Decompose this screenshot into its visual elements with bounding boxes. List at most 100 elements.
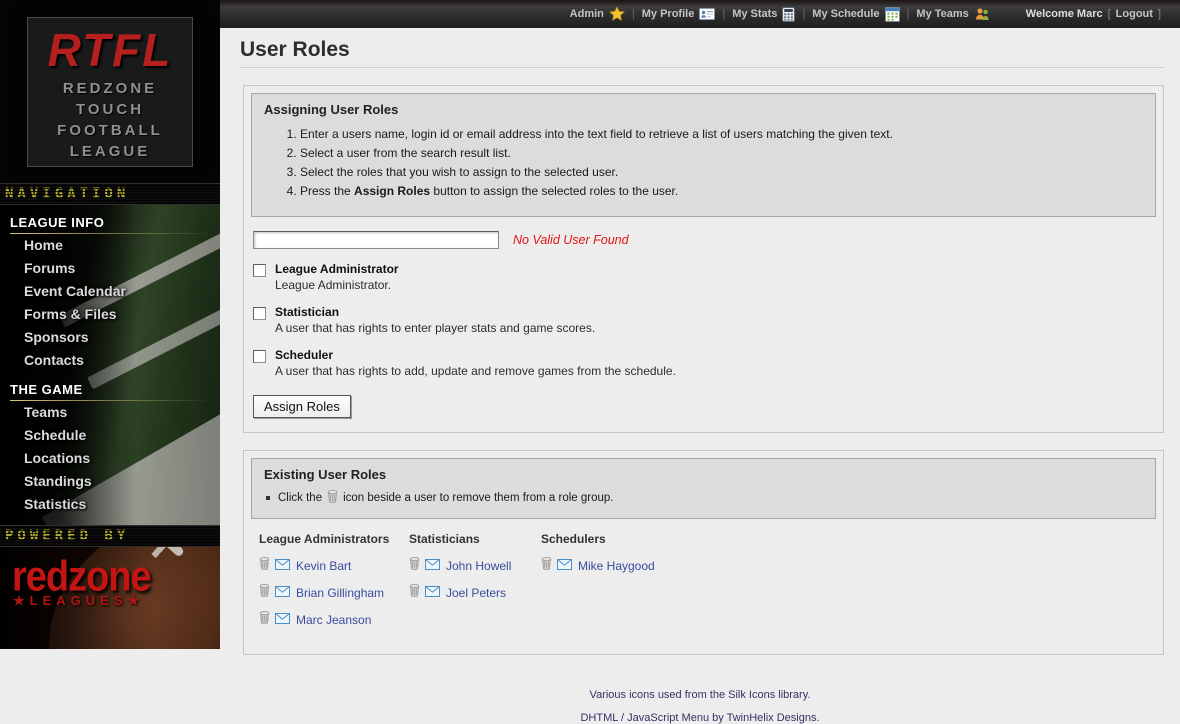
user-name-link[interactable]: Marc Jeanson (296, 613, 371, 627)
topbar-item-label: My Stats (732, 8, 777, 20)
role-option-statistician: Statistician A user that has rights to e… (253, 305, 1156, 335)
step-text: button to assign the selected roles to t… (430, 184, 678, 198)
logout-link[interactable]: Logout (1116, 8, 1153, 20)
sidebar-item-standings[interactable]: Standings (10, 470, 220, 493)
assigning-section: Assigning User Roles Enter a users name,… (243, 85, 1164, 433)
star-icon (609, 6, 625, 22)
league-logo-line: FOOTBALL (28, 120, 192, 141)
remove-user-icon[interactable] (541, 556, 552, 575)
vcard-icon (699, 8, 715, 20)
topbar-item-label: My Schedule (812, 8, 879, 20)
topbar-separator: | (722, 8, 725, 20)
existing-section: Existing User Roles Click the icon besid… (243, 450, 1164, 655)
remove-user-icon[interactable] (259, 556, 270, 575)
welcome-message: Welcome Marc (1026, 8, 1103, 20)
topbar-separator: | (907, 8, 910, 20)
assigning-step: Enter a users name, login id or email ad… (300, 127, 1143, 141)
sidebar-item-schedule[interactable]: Schedule (10, 424, 220, 447)
group-icon (974, 7, 990, 21)
search-status-message: No Valid User Found (513, 233, 629, 247)
nav-section-league-info: LEAGUE INFO Home Forums Event Calendar F… (0, 205, 220, 372)
bullet-square (266, 496, 270, 500)
user-name-link[interactable]: Brian Gillingham (296, 586, 384, 600)
group-schedulers: Schedulers Mike Haygood (541, 532, 655, 637)
nav-section-title: THE GAME (10, 382, 220, 401)
league-logo-line: TOUCH (28, 99, 192, 120)
role-option-scheduler: Scheduler A user that has rights to add,… (253, 348, 1156, 378)
email-icon[interactable] (275, 611, 290, 629)
topbar-item-label: My Profile (642, 8, 695, 20)
remove-user-icon[interactable] (259, 610, 270, 629)
twinhelix-credit-link[interactable]: DHTML / JavaScript Menu by TwinHelix Des… (220, 712, 1180, 724)
remove-user-icon[interactable] (259, 583, 270, 602)
scheduler-checkbox[interactable] (253, 350, 266, 363)
remove-user-icon[interactable] (409, 583, 420, 602)
navigation-header-label: NAVIGATION (5, 186, 129, 202)
note-text: Click the (278, 492, 322, 504)
group-title: League Administrators (259, 532, 409, 546)
silk-icons-credit-link[interactable]: Various icons used from the Silk Icons l… (220, 689, 1180, 701)
sidebar-item-teams[interactable]: Teams (10, 401, 220, 424)
role-groups: League Administrators Kevin Bart Brian G… (251, 519, 1156, 647)
email-icon[interactable] (425, 584, 440, 602)
topbar-item-admin[interactable]: Admin (570, 6, 625, 22)
sidebar-item-locations[interactable]: Locations (10, 447, 220, 470)
redzone-leagues-logo-area: redzone ★LEAGUES★ (0, 547, 220, 649)
sidebar-item-event-calendar[interactable]: Event Calendar (10, 280, 220, 303)
email-icon[interactable] (425, 557, 440, 575)
user-row: Joel Peters (409, 583, 541, 602)
user-row: John Howell (409, 556, 541, 575)
sidebar-item-home[interactable]: Home (10, 234, 220, 257)
calculator-icon (782, 7, 795, 22)
sidebar-item-contacts[interactable]: Contacts (10, 349, 220, 372)
topbar-item-my-stats[interactable]: My Stats (732, 7, 795, 22)
group-title: Schedulers (541, 532, 655, 546)
user-name-link[interactable]: Joel Peters (446, 586, 506, 600)
sidebar-item-forums[interactable]: Forums (10, 257, 220, 280)
topbar-item-my-teams[interactable]: My Teams (916, 7, 989, 21)
topbar-item-my-profile[interactable]: My Profile (642, 8, 716, 20)
sidebar-item-forms-files[interactable]: Forms & Files (10, 303, 220, 326)
user-name-link[interactable]: Kevin Bart (296, 559, 351, 573)
assigning-panel-title: Assigning User Roles (264, 102, 1143, 117)
powered-by-bar: POWERED BY (0, 525, 220, 547)
redzone-logo-subtext: ★LEAGUES★ (0, 593, 220, 609)
email-icon[interactable] (275, 557, 290, 575)
league-administrator-checkbox[interactable] (253, 264, 266, 277)
group-title: Statisticians (409, 532, 541, 546)
role-name: Statistician (275, 305, 595, 319)
topbar: Admin | My Profile | My Stats | My Sched… (220, 0, 1180, 28)
topbar-item-label: My Teams (916, 8, 968, 20)
topbar-separator: | (632, 8, 635, 20)
league-logo-line: LEAGUE (28, 141, 192, 162)
existing-panel-title: Existing User Roles (264, 467, 1143, 482)
logout-bracket: ] (1158, 8, 1161, 20)
sidebar-item-sponsors[interactable]: Sponsors (10, 326, 220, 349)
league-logo: RTFL REDZONE TOUCH FOOTBALL LEAGUE (27, 17, 193, 167)
trash-icon (322, 489, 343, 506)
note-text: icon beside a user to remove them from a… (343, 492, 613, 504)
assigning-steps-list: Enter a users name, login id or email ad… (264, 127, 1143, 198)
league-logo-area: RTFL REDZONE TOUCH FOOTBALL LEAGUE (0, 0, 220, 183)
user-name-link[interactable]: John Howell (446, 559, 511, 573)
statistician-checkbox[interactable] (253, 307, 266, 320)
email-icon[interactable] (557, 557, 572, 575)
topbar-item-my-schedule[interactable]: My Schedule (812, 7, 899, 22)
assign-roles-button[interactable]: Assign Roles (253, 395, 351, 418)
role-name: Scheduler (275, 348, 676, 362)
email-icon[interactable] (275, 584, 290, 602)
user-search-row: No Valid User Found (253, 231, 1156, 249)
user-name-link[interactable]: Mike Haygood (578, 559, 655, 573)
sidebar: RTFL REDZONE TOUCH FOOTBALL LEAGUE NAVIG… (0, 0, 220, 649)
existing-note: Click the icon beside a user to remove t… (266, 489, 1143, 506)
assigning-step: Press the Assign Roles button to assign … (300, 184, 1143, 198)
step-text: Press the (300, 184, 354, 198)
remove-user-icon[interactable] (409, 556, 420, 575)
user-search-input[interactable] (253, 231, 499, 249)
existing-roles-panel: Existing User Roles Click the icon besid… (251, 458, 1156, 519)
sidebar-item-statistics[interactable]: Statistics (10, 493, 220, 516)
role-name: League Administrator (275, 262, 399, 276)
nav-section-title: LEAGUE INFO (10, 215, 220, 234)
role-description: A user that has rights to add, update an… (275, 364, 676, 378)
league-logo-abbr: RTFL (28, 22, 192, 78)
